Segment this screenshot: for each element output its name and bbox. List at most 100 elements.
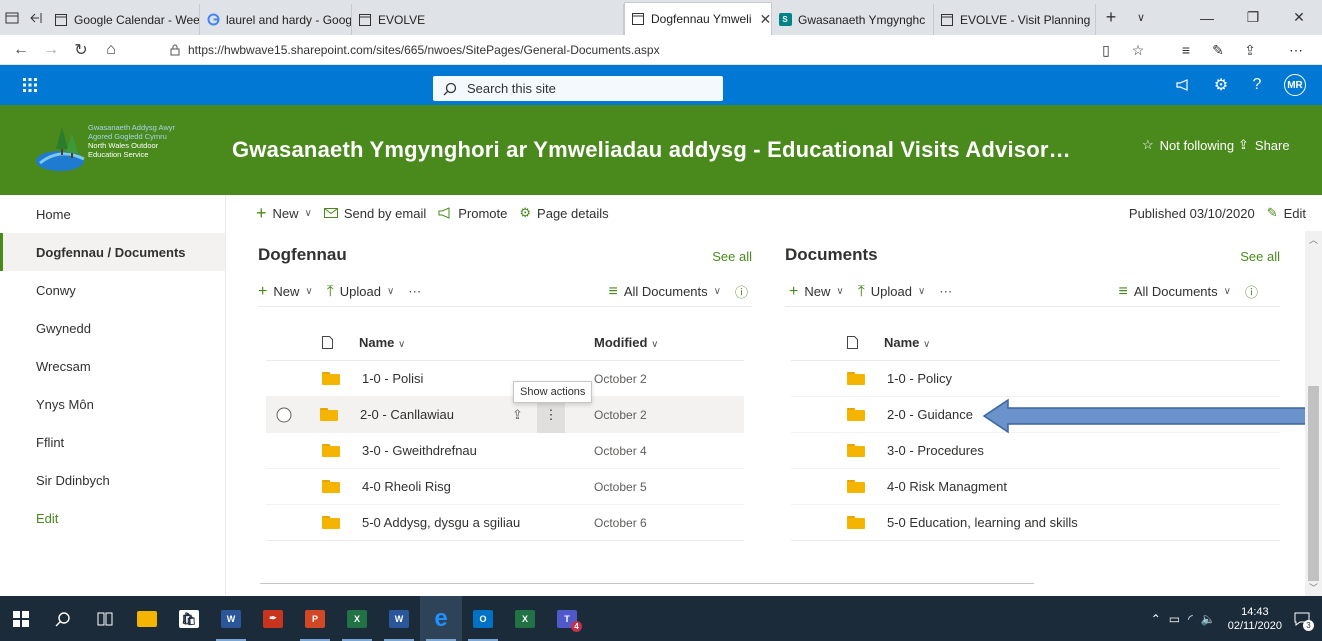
folder-name[interactable]: 3-0 - Procedures	[887, 443, 984, 458]
megaphone-icon[interactable]	[1164, 65, 1202, 105]
see-all-link[interactable]: See all	[1240, 249, 1280, 264]
modified-column-header[interactable]: Modified ∨	[594, 335, 658, 350]
share-browser-icon[interactable]: ⇪	[1234, 35, 1266, 65]
scrollbar-thumb[interactable]	[1308, 386, 1319, 581]
wifi-icon[interactable]: ◜	[1188, 612, 1193, 626]
nav-item-ynys-mon[interactable]: Ynys Môn	[0, 385, 225, 423]
close-window-icon[interactable]: ✕	[1276, 0, 1322, 35]
minimize-icon[interactable]: —	[1184, 0, 1230, 35]
table-row[interactable]: 4-0 Risk Managment	[791, 469, 1280, 505]
file-type-icon[interactable]	[322, 336, 333, 349]
folder-name[interactable]: 2-0 - Canllawiau	[360, 407, 454, 422]
nav-edit-link[interactable]: Edit	[0, 499, 225, 537]
pen-icon[interactable]: ✎	[1202, 35, 1234, 65]
folder-name[interactable]: 5-0 Education, learning and skills	[887, 515, 1078, 530]
refresh-icon[interactable]: ↻	[66, 35, 96, 65]
volume-icon[interactable]: 🔈	[1201, 612, 1216, 626]
nav-item-home[interactable]: Home	[0, 195, 225, 233]
vertical-scrollbar[interactable]: ︿ ﹀	[1305, 231, 1322, 596]
search-box[interactable]: Search this site	[433, 76, 723, 101]
library-more-icon[interactable]: ⋯	[408, 284, 421, 300]
powerpoint-icon[interactable]: P	[294, 596, 336, 641]
table-row[interactable]: 4-0 Rheoli Risg October 5	[266, 469, 744, 505]
library-more-icon[interactable]: ⋯	[939, 284, 952, 300]
share-button[interactable]: ⇪ Share	[1238, 137, 1290, 153]
more-icon[interactable]: ⋯	[1280, 35, 1312, 65]
teams-icon[interactable]: T4	[546, 596, 588, 641]
show-hidden-icons-icon[interactable]: ⌃	[1151, 612, 1161, 626]
tab-list-chevron-icon[interactable]: ∨	[1126, 0, 1156, 35]
nav-item-documents[interactable]: Dogfennau / Documents	[0, 233, 225, 271]
notifications-icon[interactable]: 3	[1292, 609, 1314, 631]
folder-name[interactable]: 5-0 Addysg, dysgu a sgiliau	[362, 515, 520, 530]
file-type-icon[interactable]	[847, 336, 858, 349]
share-icon[interactable]: ⇪	[512, 407, 523, 423]
info-icon[interactable]: ⓘ	[1245, 282, 1258, 301]
name-column-header[interactable]: Name ∨	[359, 335, 405, 350]
pdf-icon[interactable]: ✒	[252, 596, 294, 641]
table-row[interactable]: 5-0 Addysg, dysgu a sgiliau October 6	[266, 505, 744, 541]
word-icon[interactable]: W	[210, 596, 252, 641]
table-row[interactable]: 3-0 - Procedures	[791, 433, 1280, 469]
library-title[interactable]: Dogfennau	[258, 245, 347, 265]
site-title[interactable]: Gwasanaeth Ymgynghori ar Ymweliadau addy…	[232, 137, 1072, 163]
excel-icon[interactable]: X	[504, 596, 546, 641]
settings-gear-icon[interactable]: ⚙	[1202, 65, 1240, 105]
set-tabs-aside-icon[interactable]	[24, 0, 48, 35]
file-explorer-icon[interactable]	[126, 596, 168, 641]
browser-tab[interactable]: EVOLVE - Visit Planning	[934, 4, 1096, 35]
nav-item-gwynedd[interactable]: Gwynedd	[0, 309, 225, 347]
scroll-up-icon[interactable]: ︿	[1309, 233, 1318, 246]
url-field[interactable]: https://hwbwave15.sharepoint.com/sites/6…	[170, 38, 1090, 62]
table-row[interactable]: 1-0 - Polisi October 2	[266, 361, 744, 397]
library-new-button[interactable]: + New ∨	[258, 283, 313, 301]
home-icon[interactable]: ⌂	[96, 35, 126, 65]
browser-tab[interactable]: EVOLVE	[352, 4, 624, 35]
library-title[interactable]: Documents	[785, 245, 878, 265]
table-row[interactable]: 1-0 - Policy	[791, 361, 1280, 397]
send-by-email-button[interactable]: Send by email	[323, 206, 426, 221]
battery-icon[interactable]: ▭	[1169, 612, 1180, 626]
word-icon[interactable]: W	[378, 596, 420, 641]
folder-name[interactable]: 4-0 Risk Managment	[887, 479, 1007, 494]
site-logo[interactable]: Gwasanaeth Addysg Awyr Agored Gogledd Cy…	[30, 115, 210, 183]
favorite-star-icon[interactable]: ☆	[1122, 35, 1154, 65]
table-row[interactable]: 5-0 Education, learning and skills	[791, 505, 1280, 541]
nav-item-fflint[interactable]: Fflint	[0, 423, 225, 461]
nav-item-conwy[interactable]: Conwy	[0, 271, 225, 309]
folder-name[interactable]: 4-0 Rheoli Risg	[362, 479, 451, 494]
app-launcher-icon[interactable]	[10, 65, 50, 105]
new-button[interactable]: + New ∨	[256, 203, 312, 224]
row-select-radio[interactable]	[276, 407, 292, 423]
avatar[interactable]: MR	[1284, 74, 1306, 96]
restore-icon[interactable]: ❐	[1230, 0, 1276, 35]
library-upload-button[interactable]: ⤒ Upload ∨	[858, 283, 926, 301]
forward-icon[interactable]: →	[36, 35, 66, 65]
table-row-hovered[interactable]: 2-0 - Canllawiau ⇪ ⋮ October 2	[266, 396, 744, 433]
browser-tab[interactable]: Google Calendar - Wee	[48, 4, 200, 35]
browser-tab-active[interactable]: Dogfennau Ymweli ✕	[624, 2, 772, 35]
folder-name[interactable]: 1-0 - Policy	[887, 371, 952, 386]
tab-actions-icon[interactable]	[0, 0, 24, 35]
search-icon[interactable]	[42, 596, 84, 641]
browser-tab[interactable]: S Gwasanaeth Ymgynghc	[772, 4, 934, 35]
view-selector[interactable]: ≡ All Documents ∨	[1119, 283, 1231, 301]
windows-start-icon[interactable]	[0, 596, 42, 641]
view-selector[interactable]: ≡ All Documents ∨	[609, 283, 721, 301]
folder-name[interactable]: 3-0 - Gweithdrefnau	[362, 443, 477, 458]
library-upload-button[interactable]: ⤒ Upload ∨	[327, 283, 395, 301]
library-new-button[interactable]: + New ∨	[789, 283, 844, 301]
close-tab-icon[interactable]: ✕	[760, 11, 771, 28]
edge-icon[interactable]: e	[420, 596, 462, 641]
info-icon[interactable]: ⓘ	[735, 282, 748, 301]
page-details-button[interactable]: ⚙ Page details	[519, 205, 608, 221]
task-view-icon[interactable]	[84, 596, 126, 641]
browser-tab[interactable]: laurel and hardy - Goog	[200, 4, 352, 35]
promote-button[interactable]: Promote	[438, 206, 507, 221]
excel-icon[interactable]: X	[336, 596, 378, 641]
new-tab-icon[interactable]: +	[1096, 0, 1126, 35]
folder-name[interactable]: 2-0 - Guidance	[887, 407, 973, 422]
see-all-link[interactable]: See all	[712, 249, 752, 264]
follow-button[interactable]: ☆ Not following	[1142, 137, 1234, 153]
nav-item-sir-ddinbych[interactable]: Sir Ddinbych	[0, 461, 225, 499]
